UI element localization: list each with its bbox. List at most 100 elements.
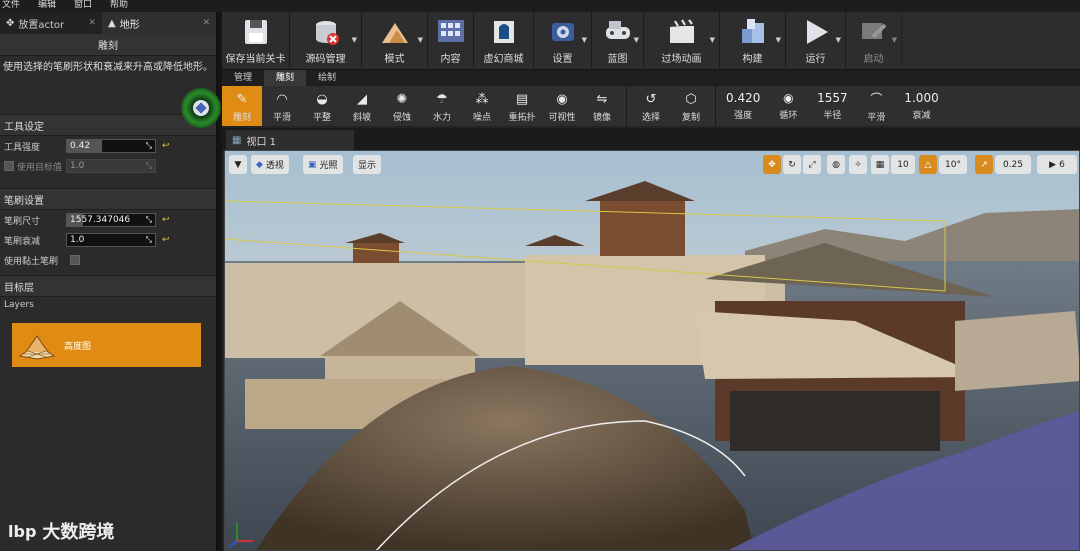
menu-file[interactable]: 文件 bbox=[2, 0, 20, 12]
strength-value: 0.420 bbox=[726, 91, 761, 105]
cinematics-button[interactable]: 过场动画 ▼ bbox=[644, 12, 720, 70]
falloff-stat[interactable]: 1.000 衰减 bbox=[898, 86, 944, 126]
tab-landscape[interactable]: ▲ 地形 ✕ bbox=[102, 12, 216, 34]
tool-strength-input[interactable]: 0.42 ⤡ bbox=[66, 139, 156, 153]
save-icon bbox=[241, 17, 271, 47]
content-icon bbox=[436, 17, 466, 47]
tool-label: 选择 bbox=[641, 113, 660, 123]
build-label: 构建 bbox=[742, 54, 763, 65]
viewport-options-button[interactable]: ▼ bbox=[229, 155, 247, 174]
brush-falloff-input[interactable]: 1.0 ⤡ bbox=[66, 233, 156, 247]
source-control-label: 源码管理 bbox=[305, 54, 346, 65]
scale-snap-button[interactable]: ↗ bbox=[975, 155, 993, 174]
smooth-falloff-stat[interactable]: ⌒ 平滑 bbox=[854, 86, 898, 126]
content-button[interactable]: 内容 bbox=[428, 12, 474, 70]
scale-snap-value-button[interactable]: 0.25 bbox=[995, 155, 1031, 174]
rotation-snap-button[interactable]: △ bbox=[919, 155, 937, 174]
reset-icon[interactable]: ↩ bbox=[162, 235, 170, 245]
menu-help[interactable]: 帮助 bbox=[110, 0, 128, 12]
lit-button[interactable]: ▣ 光照 bbox=[303, 155, 343, 174]
editor-main: 保存当前关卡 源码管理 ▼ 模式 ▼ 内容 虚幻商城 设置 ▼ 蓝图 ▼ 过场动画 ▼ 构… bbox=[222, 12, 1080, 551]
menu-edit[interactable]: 编辑 bbox=[38, 0, 56, 12]
modes-button[interactable]: 模式 ▼ bbox=[362, 12, 428, 70]
tool-copy[interactable]: ⬡ 复制 bbox=[671, 86, 711, 126]
radius-stat[interactable]: 1557 半径 bbox=[810, 86, 854, 126]
reset-icon[interactable]: ↩ bbox=[162, 215, 170, 225]
tool-label: 平整 bbox=[312, 113, 331, 123]
tab-viewport-1[interactable]: ▦ 视口 1 bbox=[226, 130, 354, 150]
sculpt-subtab[interactable]: 雕刻 bbox=[0, 34, 216, 56]
tool-sculpt[interactable]: ✎ 雕刻 bbox=[222, 86, 262, 126]
blueprint-button[interactable]: 蓝图 ▼ bbox=[592, 12, 644, 70]
scale-mode-button[interactable]: ⤢ bbox=[803, 155, 821, 174]
tab-sculpt[interactable]: 雕刻 bbox=[264, 70, 307, 86]
surface-snap-icon: ✧ bbox=[854, 159, 862, 170]
grid-snap-button[interactable]: ▦ bbox=[871, 155, 889, 174]
modes-panel: ✥ 放置actor ✕ ▲ 地形 ✕ 雕刻 使用选择的笔刷形状和衰减来升高或降低… bbox=[0, 12, 221, 551]
tool-erosion[interactable]: ✺ 侵蚀 bbox=[382, 86, 422, 126]
marketplace-icon bbox=[489, 17, 519, 47]
target-value-input[interactable]: 1.0 ⤡ bbox=[66, 159, 156, 173]
world-local-button[interactable]: ◍ bbox=[827, 155, 845, 174]
close-icon[interactable]: ✕ bbox=[202, 18, 210, 28]
tool-noise[interactable]: ⁂ 噪点 bbox=[462, 86, 502, 126]
tool-hydro[interactable]: ☂ 水力 bbox=[422, 86, 462, 126]
tool-label: 复制 bbox=[681, 113, 700, 123]
tool-ramp[interactable]: ◢ 斜坡 bbox=[342, 86, 382, 126]
expand-arrows-icon: ⤡ bbox=[145, 161, 152, 170]
chevron-down-icon: ▼ bbox=[633, 36, 639, 44]
clay-brush-checkbox[interactable] bbox=[70, 255, 80, 265]
move-icon: ✥ bbox=[768, 159, 776, 170]
menu-window[interactable]: 窗口 bbox=[74, 0, 92, 12]
brush-falloff-label: 笔刷衰减 bbox=[4, 236, 41, 247]
use-target-checkbox[interactable] bbox=[4, 161, 14, 171]
build-button[interactable]: 构建 ▼ bbox=[720, 12, 786, 70]
strength-stat[interactable]: 0.420 强度 bbox=[720, 86, 766, 126]
show-button[interactable]: 显示 bbox=[353, 155, 382, 174]
tool-visibility[interactable]: ◉ 可视性 bbox=[542, 86, 582, 126]
close-icon[interactable]: ✕ bbox=[88, 18, 96, 28]
value: 1557.347046 bbox=[70, 215, 131, 225]
marketplace-button[interactable]: 虚幻商城 bbox=[474, 12, 534, 70]
surface-snap-button[interactable]: ✧ bbox=[849, 155, 867, 174]
tab-label: 放置actor bbox=[18, 19, 65, 31]
grid-size-button[interactable]: 10 bbox=[891, 155, 915, 174]
perspective-button[interactable]: ◆ 透视 bbox=[251, 155, 289, 174]
reset-icon[interactable]: ↩ bbox=[162, 141, 170, 151]
camera-icon: ▶ bbox=[1049, 159, 1057, 170]
brush-size-input[interactable]: 1557.347046 ⤡ bbox=[66, 213, 156, 227]
launch-button[interactable]: 启动 ▼ bbox=[846, 12, 902, 70]
level-viewport[interactable]: ▼ ◆ 透视 ▣ 光照 显示 ✥ ↻ ⤢ ◍ ✧ ▦ 10 △ 10° ↗ 0.25… bbox=[224, 150, 1080, 551]
settings-button[interactable]: 设置 ▼ bbox=[534, 12, 592, 70]
camera-speed-value: 6 bbox=[1059, 159, 1065, 170]
save-button[interactable]: 保存当前关卡 bbox=[222, 12, 290, 70]
section-target-layer[interactable]: 目标层 bbox=[0, 275, 216, 297]
rotation-snap-value-button[interactable]: 10° bbox=[939, 155, 967, 174]
tool-retopologize[interactable]: ▤ 重拓扑 bbox=[502, 86, 542, 126]
tab-paint[interactable]: 绘制 bbox=[306, 70, 348, 86]
translate-mode-button[interactable]: ✥ bbox=[763, 155, 781, 174]
tab-place-actor[interactable]: ✥ 放置actor ✕ bbox=[0, 12, 102, 34]
tab-manage[interactable]: 管理 bbox=[222, 70, 264, 86]
show-label: 显示 bbox=[358, 161, 377, 171]
chevron-down-icon: ▼ bbox=[351, 36, 357, 44]
layers-header: Layers bbox=[4, 300, 34, 310]
section-brush-settings[interactable]: 笔刷设置 bbox=[0, 188, 216, 210]
tool-smooth[interactable]: ◠ 平滑 bbox=[262, 86, 302, 126]
angle-value: 10° bbox=[945, 159, 961, 170]
globe-icon: ◍ bbox=[832, 159, 840, 170]
camera-speed-button[interactable]: ▶ 6 bbox=[1037, 155, 1077, 174]
source-control-button[interactable]: 源码管理 ▼ bbox=[290, 12, 362, 70]
rotate-mode-button[interactable]: ↻ bbox=[783, 155, 801, 174]
tool-mirror[interactable]: ⇋ 镜像 bbox=[582, 86, 622, 126]
tool-select[interactable]: ↺ 选择 bbox=[631, 86, 671, 126]
value: 1.0 bbox=[70, 235, 85, 245]
heightmap-layer-item[interactable]: 高度图 bbox=[12, 323, 201, 367]
tool-flatten[interactable]: ◒ 平整 bbox=[302, 86, 342, 126]
play-button[interactable]: 运行 ▼ bbox=[786, 12, 846, 70]
circle-brush-stat[interactable]: ◉ 循环 bbox=[766, 86, 810, 126]
tool-label: 斜坡 bbox=[352, 113, 371, 123]
brush-falloff-row: 笔刷衰减 1.0 ⤡ ↩ bbox=[0, 230, 216, 250]
chevron-down-icon: ▼ bbox=[835, 36, 841, 44]
landscape-mode-icon[interactable] bbox=[181, 88, 221, 128]
